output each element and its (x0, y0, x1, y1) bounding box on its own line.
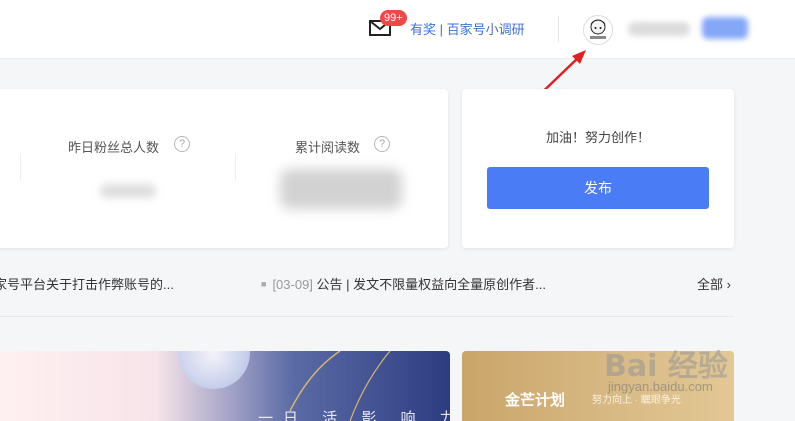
banner-moon-graphic (178, 351, 250, 389)
chevron-right-icon: › (726, 277, 731, 292)
announcement-date: [03-09] (272, 277, 313, 292)
total-reads-value-blurred (280, 169, 402, 209)
cheer-text: 加油！努力创作！ (545, 130, 650, 145)
view-all-link[interactable]: 全部 › (697, 274, 731, 293)
publish-button[interactable]: 发布 (487, 167, 709, 209)
view-all-label: 全部 (697, 277, 724, 292)
top-header: 99+ 有奖 | 百家号小调研 (0, 0, 795, 59)
watermark-url: jingyan.baidu.com (608, 379, 713, 394)
user-avatar[interactable] (583, 15, 613, 45)
publish-card: 加油！努力创作！ 发布 (462, 89, 734, 248)
username-blurred (628, 22, 690, 36)
stats-card: 昨日粉丝总人数 ? 累计阅读数 ? (0, 89, 448, 248)
announcement-link[interactable]: 家号平台关于打击作弊账号的... (0, 274, 174, 293)
announcement-item[interactable]: ■ [03-09] 公告 | 发文不限量权益向全量原创作者... (261, 274, 546, 293)
unread-badge: 99+ (380, 10, 407, 26)
promo-banner-left[interactable]: 一日 活 影 响 力 (0, 351, 450, 421)
announcement-title: 公告 | 发文不限量权益向全量原创作者... (316, 277, 546, 292)
help-circle-icon[interactable]: ? (174, 136, 190, 152)
baidu-jingyan-watermark: Bai 经验 jingyan.baidu.com (604, 325, 754, 407)
total-reads-label: 累计阅读数 (295, 140, 361, 155)
header-button-blurred[interactable] (702, 17, 748, 39)
help-circle-icon[interactable]: ? (374, 136, 390, 152)
banner-left-text: 一日 活 影 响 力 (258, 410, 450, 421)
stat-divider (235, 153, 236, 181)
section-divider (0, 316, 734, 317)
stat-divider (20, 153, 21, 181)
announcement-row: 家号平台关于打击作弊账号的... ■ [03-09] 公告 | 发文不限量权益向全… (0, 270, 750, 300)
survey-link[interactable]: 有奖 | 百家号小调研 (410, 19, 525, 38)
avatar-face-icon (590, 19, 606, 39)
banner-right-title: 金芒计划 (505, 392, 566, 409)
header-divider (558, 16, 559, 42)
yesterday-fans-value-blurred (100, 184, 156, 198)
yesterday-fans-label: 昨日粉丝总人数 (68, 140, 160, 155)
bullet-icon: ■ (261, 279, 267, 289)
